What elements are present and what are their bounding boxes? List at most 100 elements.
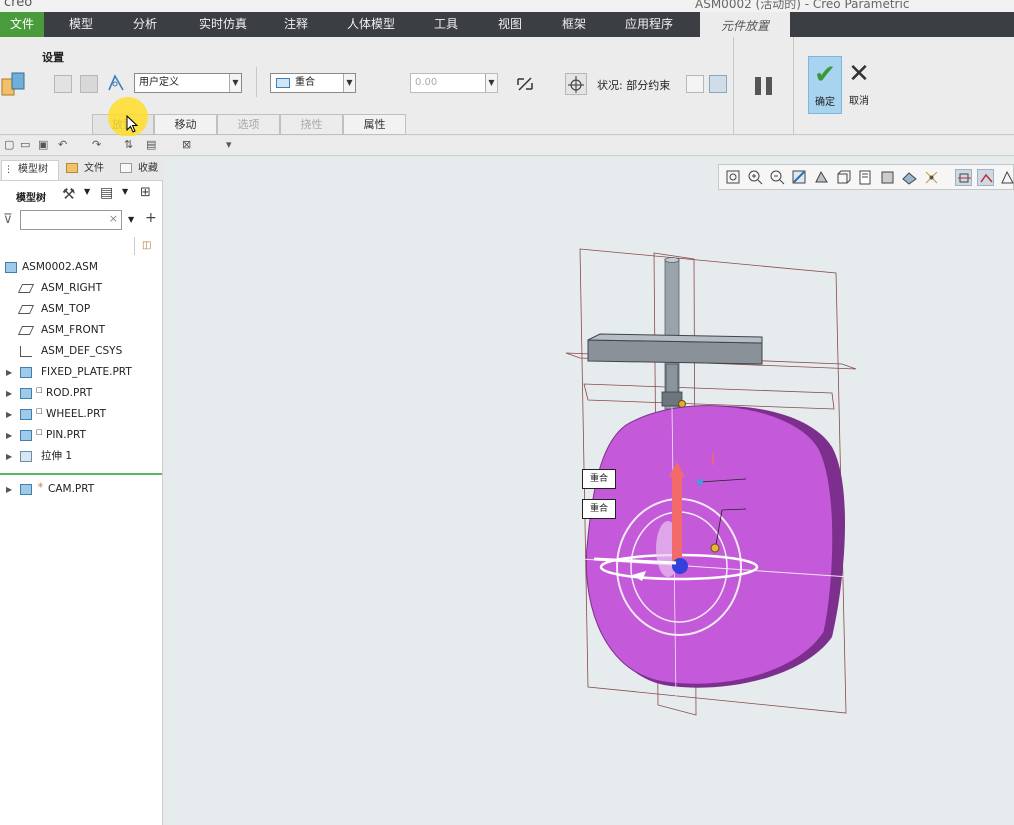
display-style-icon[interactable] bbox=[813, 169, 830, 186]
filter-icon: ⊽ bbox=[3, 212, 13, 227]
tree-item-label: ASM_FRONT bbox=[41, 324, 106, 336]
expand-arrow-icon[interactable]: ▶ bbox=[6, 383, 12, 404]
offset-value: 0.00 bbox=[415, 77, 438, 88]
new-file-icon[interactable]: ▢ bbox=[4, 138, 14, 151]
column-icon[interactable]: ◫ bbox=[142, 240, 151, 251]
menu-framework[interactable]: 框架 bbox=[552, 12, 596, 37]
zoom-out-icon[interactable] bbox=[769, 169, 786, 186]
insert-here-indicator bbox=[0, 473, 162, 475]
constraint-tag-coincident-2[interactable]: 重合 bbox=[582, 499, 616, 519]
expand-arrow-icon[interactable]: ▶ bbox=[6, 425, 12, 446]
constraint-status: 状况: 部分约束 bbox=[597, 79, 671, 92]
refit-icon[interactable] bbox=[725, 169, 742, 186]
menu-file[interactable]: 文件 bbox=[0, 12, 44, 37]
interface-icon[interactable] bbox=[80, 75, 98, 93]
datum-plane-icon bbox=[17, 284, 35, 293]
save-icon[interactable]: ▣ bbox=[38, 138, 48, 151]
chevron-down-icon[interactable]: ▼ bbox=[128, 215, 134, 224]
ok-button[interactable]: ✔ 确定 bbox=[808, 56, 842, 114]
tree-item-asm-def-csys[interactable]: ASM_DEF_CSYS bbox=[0, 341, 163, 362]
undo-icon[interactable]: ↶ bbox=[58, 138, 67, 151]
expand-arrow-icon[interactable]: ▶ bbox=[6, 479, 12, 500]
flip-icon[interactable] bbox=[514, 73, 536, 95]
saved-orientations-icon[interactable] bbox=[835, 169, 852, 186]
repaint-icon[interactable] bbox=[791, 169, 808, 186]
perspective-icon[interactable] bbox=[879, 169, 896, 186]
more-display-icon[interactable] bbox=[999, 169, 1014, 186]
constraint-tag-coincident-1[interactable]: 重合 bbox=[582, 469, 616, 489]
part-icon bbox=[20, 409, 32, 420]
tree-item-asm-right[interactable]: ASM_RIGHT bbox=[0, 278, 163, 299]
tab-model-tree[interactable]: ⋮ 模型树 bbox=[1, 160, 59, 180]
tab-move[interactable]: 移动 bbox=[154, 114, 217, 135]
edit-constraint-icon[interactable] bbox=[54, 75, 72, 93]
tree-item-asm-front[interactable]: ASM_FRONT bbox=[0, 320, 163, 341]
tree-item-asm-top[interactable]: ASM_TOP bbox=[0, 299, 163, 320]
menu-live-simulation[interactable]: 实时仿真 bbox=[190, 12, 256, 37]
graphics-window[interactable]: 重合 重合 bbox=[164, 157, 1014, 825]
tab-files[interactable]: 文件 bbox=[62, 160, 112, 180]
filter-settings-icon[interactable]: ⊞ bbox=[140, 185, 151, 200]
tab-properties[interactable]: 属性 bbox=[343, 114, 406, 135]
regenerate-icon[interactable]: ⇅ bbox=[124, 138, 133, 151]
separate-window-icon[interactable] bbox=[686, 75, 704, 93]
clear-icon[interactable]: × bbox=[109, 212, 118, 225]
redo-icon[interactable]: ↷ bbox=[92, 138, 101, 151]
tab-options[interactable]: 选项 bbox=[217, 114, 280, 135]
assembly-window-icon[interactable] bbox=[709, 75, 727, 93]
tree-item-cam[interactable]: ▶ ✳ CAM.PRT bbox=[0, 479, 163, 500]
offset-input[interactable]: 0.00 ▼ bbox=[410, 73, 498, 93]
menu-tools[interactable]: 工具 bbox=[424, 12, 468, 37]
tree-item-asm0002[interactable]: ASM0002.ASM bbox=[0, 257, 163, 278]
datum-plane-icon bbox=[17, 326, 35, 335]
menu-model[interactable]: 模型 bbox=[56, 12, 106, 37]
menu-annotate[interactable]: 注释 bbox=[274, 12, 318, 37]
windows-icon[interactable]: ▤ bbox=[146, 138, 156, 151]
tree-settings-icon[interactable]: ⚒ bbox=[62, 185, 75, 203]
dragger-center bbox=[672, 558, 688, 574]
expand-arrow-icon[interactable]: ▶ bbox=[6, 404, 12, 425]
tree-item-pin[interactable]: ▶ □ PIN.PRT bbox=[0, 425, 163, 446]
customize-dropdown-icon[interactable]: ▾ bbox=[226, 138, 232, 151]
close-icon: ✕ bbox=[848, 59, 870, 89]
tree-item-rod[interactable]: ▶ □ ROD.PRT bbox=[0, 383, 163, 404]
tab-favorites[interactable]: 收藏 bbox=[116, 160, 162, 180]
menu-manikin[interactable]: 人体模型 bbox=[340, 12, 402, 37]
search-input[interactable]: × bbox=[20, 210, 122, 230]
add-icon[interactable]: + bbox=[145, 210, 157, 226]
view-manager-icon[interactable] bbox=[857, 169, 874, 186]
chevron-down-icon[interactable]: ▼ bbox=[122, 187, 128, 196]
menu-component-placement[interactable]: 元件放置 bbox=[700, 12, 790, 37]
constraint-set-icon[interactable] bbox=[106, 73, 126, 93]
tree-item-label: ASM_RIGHT bbox=[41, 282, 102, 294]
tab-flexibility[interactable]: 挠性 bbox=[280, 114, 343, 135]
constraint-set-dropdown[interactable]: 用户定义 ▼ bbox=[134, 73, 242, 93]
cam-face bbox=[585, 405, 834, 685]
expand-arrow-icon[interactable]: ▶ bbox=[6, 446, 12, 467]
menu-view[interactable]: 视图 bbox=[488, 12, 532, 37]
tree-item-extrude-1[interactable]: ▶ 拉伸 1 bbox=[0, 446, 163, 467]
spin-center-icon[interactable] bbox=[955, 169, 972, 186]
graphics-toolbar bbox=[718, 164, 1014, 190]
close-window-icon[interactable]: ⊠ bbox=[182, 138, 191, 151]
zoom-in-icon[interactable] bbox=[747, 169, 764, 186]
tree-item-fixed-plate[interactable]: ▶ FIXED_PLATE.PRT bbox=[0, 362, 163, 383]
show-icon[interactable]: ▤ bbox=[100, 185, 113, 201]
menu-applications[interactable]: 应用程序 bbox=[616, 12, 682, 37]
assembly-model-view[interactable] bbox=[164, 157, 1014, 825]
pause-icon[interactable] bbox=[754, 77, 774, 95]
section-icon[interactable] bbox=[901, 169, 918, 186]
chevron-down-icon[interactable]: ▼ bbox=[84, 187, 90, 196]
tab-favorites-label: 收藏 bbox=[138, 163, 158, 174]
menu-analysis[interactable]: 分析 bbox=[120, 12, 170, 37]
datum-display-icon[interactable] bbox=[923, 169, 940, 186]
tree-item-wheel[interactable]: ▶ □ WHEEL.PRT bbox=[0, 404, 163, 425]
move-component-icon[interactable] bbox=[565, 73, 587, 95]
tree-item-label: CAM.PRT bbox=[48, 483, 95, 495]
cancel-button[interactable]: ✕ 取消 bbox=[842, 56, 876, 114]
constraint-type-dropdown[interactable]: 重合 ▼ bbox=[270, 73, 356, 93]
open-file-icon[interactable]: ▭ bbox=[20, 138, 30, 151]
assembly-component-icon[interactable] bbox=[0, 69, 28, 99]
annotation-display-icon[interactable] bbox=[977, 169, 994, 186]
expand-arrow-icon[interactable]: ▶ bbox=[6, 362, 12, 383]
